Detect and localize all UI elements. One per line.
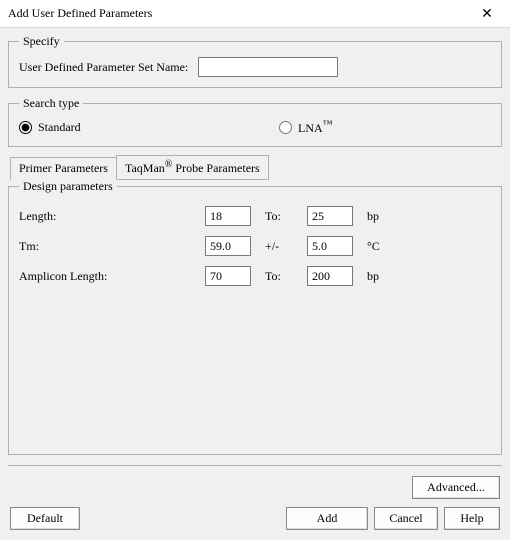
standard-radio-label: Standard <box>38 120 81 135</box>
add-button[interactable]: Add <box>286 507 368 530</box>
close-icon[interactable]: ✕ <box>472 5 502 22</box>
cancel-button[interactable]: Cancel <box>374 507 438 530</box>
advanced-button[interactable]: Advanced... <box>412 476 500 499</box>
amplicon-to-input[interactable] <box>307 266 353 286</box>
amplicon-unit: bp <box>367 269 397 284</box>
specify-group: Specify User Defined Parameter Set Name: <box>8 34 502 88</box>
tm-label: Tm: <box>19 239 199 254</box>
amplicon-from-input[interactable] <box>205 266 251 286</box>
tm-unit: °C <box>367 239 397 254</box>
amplicon-to-label: To: <box>265 269 301 284</box>
tm-plusminus-label: +/- <box>265 239 301 254</box>
param-set-name-label: User Defined Parameter Set Name: <box>19 60 188 75</box>
help-button[interactable]: Help <box>444 507 500 530</box>
lna-radio[interactable] <box>279 121 292 134</box>
lna-radio-label: LNA™ <box>298 119 332 136</box>
length-label: Length: <box>19 209 199 224</box>
length-unit: bp <box>367 209 397 224</box>
tm-value-input[interactable] <box>205 236 251 256</box>
tab-bar: Primer Parameters TaqMan® Probe Paramete… <box>8 155 502 180</box>
content-area: Specify User Defined Parameter Set Name:… <box>0 28 510 540</box>
amplicon-length-label: Amplicon Length: <box>19 269 199 284</box>
search-type-group: Search type Standard LNA™ <box>8 96 502 147</box>
window-title: Add User Defined Parameters <box>8 6 152 21</box>
standard-radio[interactable] <box>19 121 32 134</box>
length-to-label: To: <box>265 209 301 224</box>
tab-primer-parameters[interactable]: Primer Parameters <box>10 157 117 180</box>
bottom-area: Advanced... Default Add Cancel Help <box>8 461 502 532</box>
specify-legend: Specify <box>19 34 64 49</box>
search-type-legend: Search type <box>19 96 83 111</box>
default-button[interactable]: Default <box>10 507 80 530</box>
separator <box>8 465 502 466</box>
titlebar: Add User Defined Parameters ✕ <box>0 0 510 28</box>
design-parameters-group: Design parameters Length: To: bp Tm: +/-… <box>8 179 502 455</box>
param-set-name-input[interactable] <box>198 57 338 77</box>
tm-tolerance-input[interactable] <box>307 236 353 256</box>
tab-taqman-probe-parameters[interactable]: TaqMan® Probe Parameters <box>116 155 269 180</box>
length-to-input[interactable] <box>307 206 353 226</box>
design-legend: Design parameters <box>19 179 117 194</box>
length-from-input[interactable] <box>205 206 251 226</box>
